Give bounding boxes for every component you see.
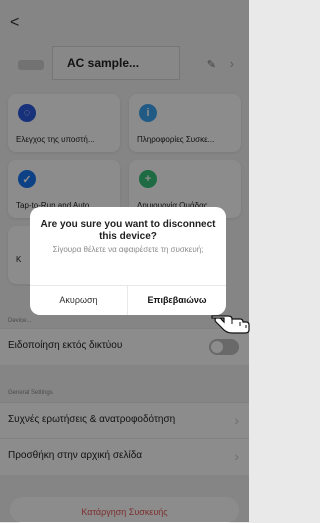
dialog-title: Are you sure you want to disconnect this… (40, 219, 216, 242)
dialog-subtitle: Σίγουρα θέλετε να αφαιρέσετε τη συσκευή; (52, 245, 204, 254)
disconnect-dialog: Are you sure you want to disconnect this… (30, 207, 226, 315)
cancel-button[interactable]: Ακυρωση (30, 285, 127, 315)
pointer-hand-icon (211, 315, 250, 334)
